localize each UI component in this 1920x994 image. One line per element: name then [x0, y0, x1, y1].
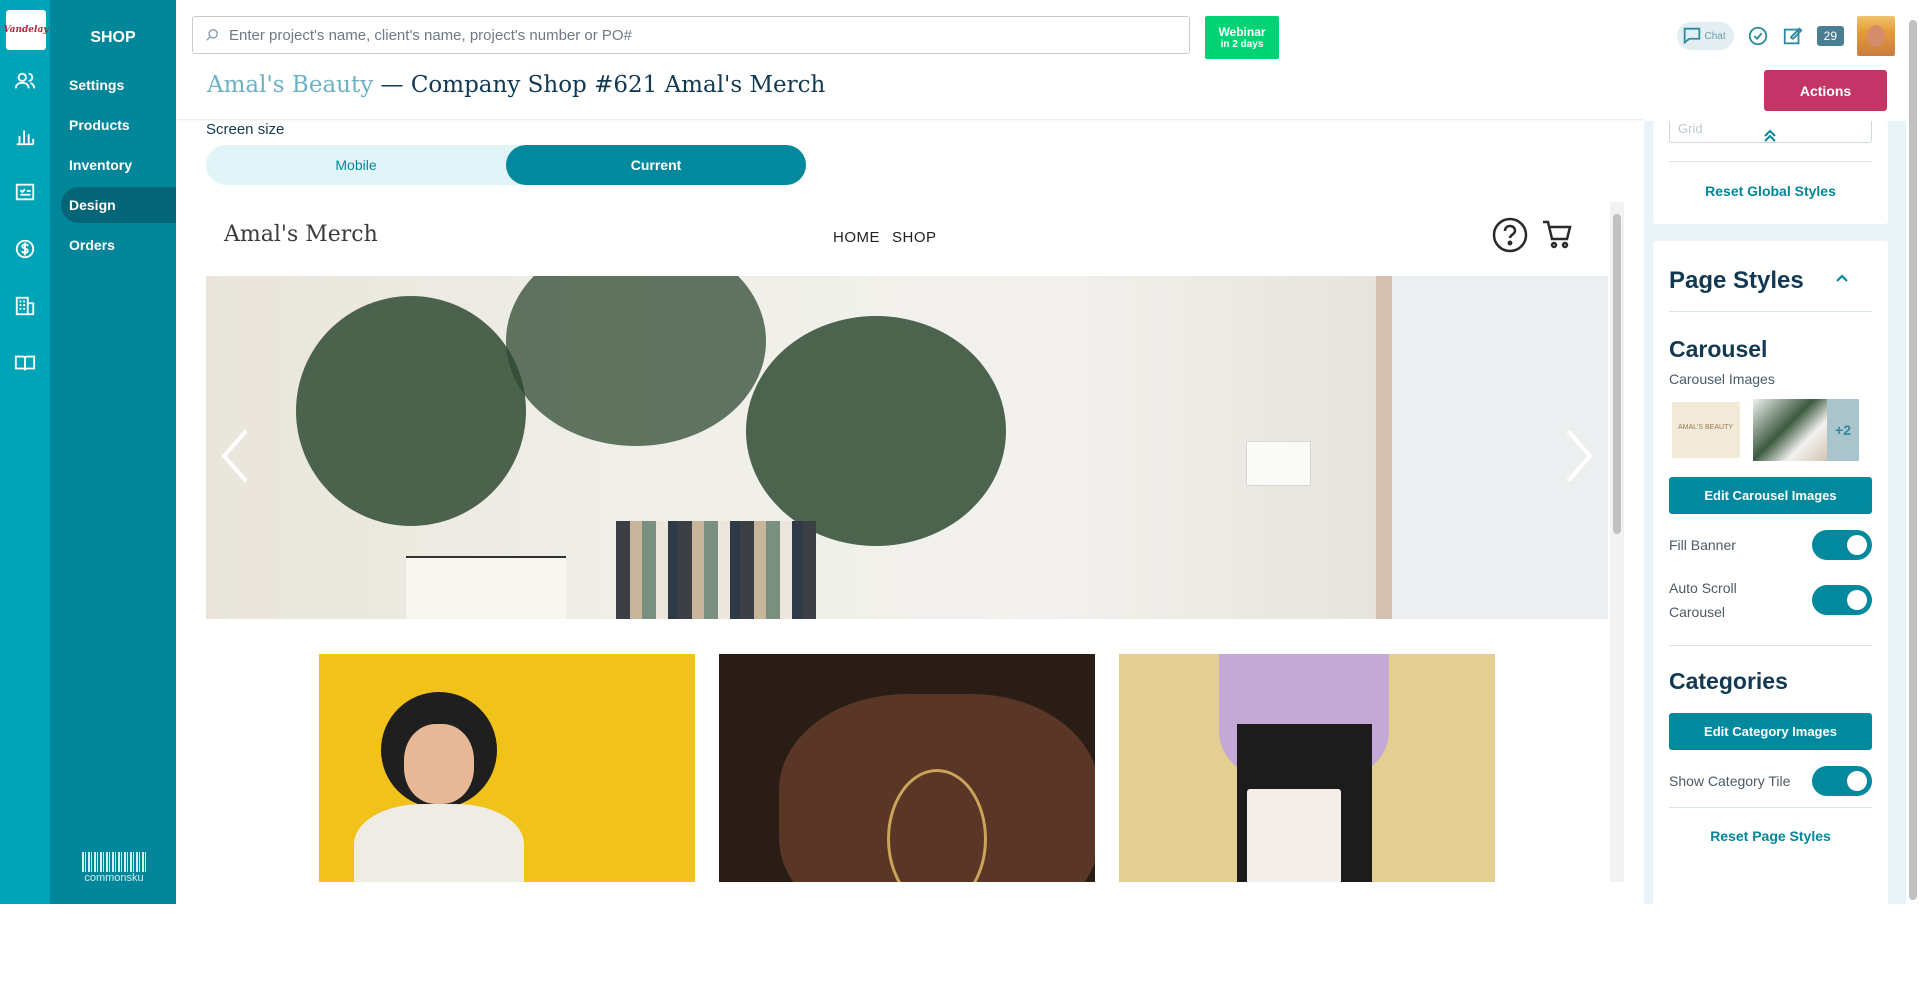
sidebar-item-settings[interactable]: Settings	[61, 67, 176, 103]
barcode-icon	[82, 852, 146, 872]
auto-scroll-toggle[interactable]	[1812, 585, 1872, 615]
fill-banner-row: Fill Banner	[1669, 530, 1872, 560]
shop-name: Amal's Merch	[224, 222, 378, 247]
notifications-badge[interactable]: 29	[1816, 26, 1844, 46]
bar-chart-icon[interactable]	[13, 124, 37, 148]
screen-size-label: Screen size	[206, 121, 285, 138]
shop-nav: HOME SHOP	[833, 229, 937, 246]
show-category-tile-toggle[interactable]	[1812, 766, 1872, 796]
carousel-thumbnail[interactable]: AMAL'S BEAUTY	[1669, 399, 1743, 461]
top-right-tools: Chat 29	[1676, 16, 1895, 56]
books-graphic	[616, 521, 816, 619]
pot-graphic	[406, 556, 566, 619]
show-category-tile-label: Show Category Tile	[1669, 773, 1791, 789]
global-styles-card: Grid Reset Global Styles	[1653, 121, 1888, 224]
logo-text: Vandelay	[3, 25, 49, 35]
carousel-thumbnails: AMAL'S BEAUTY +2	[1669, 399, 1859, 461]
breadcrumb-separator: —	[373, 72, 411, 98]
company-logo[interactable]: Vandelay	[3, 10, 49, 50]
carousel-images-label: Carousel Images	[1669, 371, 1775, 387]
mobile-option[interactable]: Mobile	[206, 145, 506, 185]
carousel-banner	[206, 276, 1608, 619]
shop-nav-shop[interactable]: SHOP	[892, 229, 937, 246]
current-option[interactable]: Current	[506, 145, 806, 185]
outlet-graphic	[1246, 441, 1311, 486]
carousel-heading: Carousel	[1669, 336, 1768, 362]
header-divider	[176, 119, 1644, 121]
help-icon[interactable]	[1492, 217, 1528, 253]
sidebar-item-inventory[interactable]: Inventory	[61, 147, 176, 183]
style-panel: Grid Reset Global Styles Page Styles Car…	[1644, 121, 1920, 994]
category-tile[interactable]	[1119, 654, 1495, 882]
sidebar-item-orders[interactable]: Orders	[61, 227, 176, 263]
webinar-button[interactable]: Webinar in 2 days	[1205, 16, 1279, 59]
sidebar-item-design[interactable]: Design	[61, 187, 176, 223]
category-tile[interactable]	[719, 654, 1095, 882]
shop-nav-home[interactable]: HOME	[833, 229, 880, 246]
chat-label: Chat	[1704, 30, 1726, 42]
categories-heading: Categories	[1669, 668, 1788, 694]
reset-global-styles-button[interactable]: Reset Global Styles	[1653, 183, 1888, 199]
search-input[interactable]	[229, 26, 1129, 44]
commonsku-logo: commonsku	[82, 852, 146, 884]
divider	[1669, 645, 1872, 646]
edit-task-icon[interactable]	[1782, 25, 1804, 47]
breadcrumb: Amal's Beauty — Company Shop #621 Amal's…	[207, 72, 825, 98]
divider	[1669, 161, 1872, 162]
chat-button[interactable]: Chat	[1676, 22, 1734, 50]
check-circle-icon[interactable]	[1747, 25, 1769, 47]
dollar-icon[interactable]	[13, 237, 37, 261]
auto-scroll-label-line1: Auto Scroll	[1669, 580, 1737, 596]
webinar-title: Webinar	[1218, 25, 1266, 39]
shop-icons	[1492, 217, 1574, 253]
plant-graphic	[296, 296, 526, 526]
carousel-thumbnail[interactable]	[1753, 399, 1827, 461]
page-styles-card: Page Styles Carousel Carousel Images AMA…	[1653, 241, 1888, 994]
chevron-up-icon[interactable]	[1835, 271, 1849, 285]
divider	[1669, 311, 1872, 312]
screen-size-toggle: Mobile Current	[206, 145, 806, 185]
book-icon[interactable]	[13, 351, 37, 375]
edit-carousel-images-button[interactable]: Edit Carousel Images	[1669, 477, 1872, 514]
page-title: Company Shop #621 Amal's Merch	[410, 72, 826, 98]
cart-icon[interactable]	[1540, 217, 1574, 251]
fill-banner-toggle[interactable]	[1812, 530, 1872, 560]
preview-scrollbar[interactable]	[1610, 202, 1624, 882]
more-images-indicator[interactable]: +2	[1827, 399, 1859, 461]
sidebar-item-products[interactable]: Products	[61, 107, 176, 143]
sidebar-title: SHOP	[90, 29, 136, 46]
thumbnail-text: AMAL'S BEAUTY	[1678, 424, 1734, 431]
plant-graphic	[746, 316, 1006, 546]
client-link[interactable]: Amal's Beauty	[207, 72, 373, 98]
category-tiles	[319, 654, 1495, 882]
reset-page-styles-button[interactable]: Reset Page Styles	[1653, 828, 1888, 844]
plant-graphic	[506, 276, 766, 446]
carousel-next-icon[interactable]	[1558, 426, 1598, 486]
chat-bubble-icon	[1683, 27, 1700, 45]
show-category-tile-row: Show Category Tile	[1669, 766, 1872, 796]
page-styles-title: Page Styles	[1669, 267, 1804, 294]
checklist-icon[interactable]	[13, 180, 37, 204]
shop-preview: Amal's Merch HOME SHOP	[206, 202, 1608, 882]
carousel-prev-icon[interactable]	[216, 426, 256, 486]
global-search[interactable]	[192, 16, 1190, 54]
icon-rail: Vandelay	[0, 0, 50, 904]
building-icon[interactable]	[13, 294, 37, 318]
auto-scroll-label-line2: Carousel	[1669, 604, 1726, 620]
divider	[1669, 807, 1872, 808]
page-scrollbar[interactable]	[1906, 0, 1920, 904]
auto-scroll-row: Auto Scroll Carousel	[1669, 574, 1872, 626]
auto-scroll-label: Auto Scroll Carousel	[1669, 576, 1737, 624]
users-icon[interactable]	[13, 69, 37, 93]
shop-sidebar: SHOP Settings Products Inventory Design …	[50, 0, 176, 904]
collapse-up-icon[interactable]	[1762, 127, 1778, 143]
user-avatar[interactable]	[1857, 16, 1895, 56]
search-icon	[206, 29, 218, 41]
commonsku-text: commonsku	[84, 872, 144, 884]
webinar-subtitle: in 2 days	[1220, 39, 1264, 50]
edit-category-images-button[interactable]: Edit Category Images	[1669, 713, 1872, 750]
fill-banner-label: Fill Banner	[1669, 537, 1736, 553]
category-tile[interactable]	[319, 654, 695, 882]
actions-button[interactable]: Actions	[1764, 70, 1887, 111]
